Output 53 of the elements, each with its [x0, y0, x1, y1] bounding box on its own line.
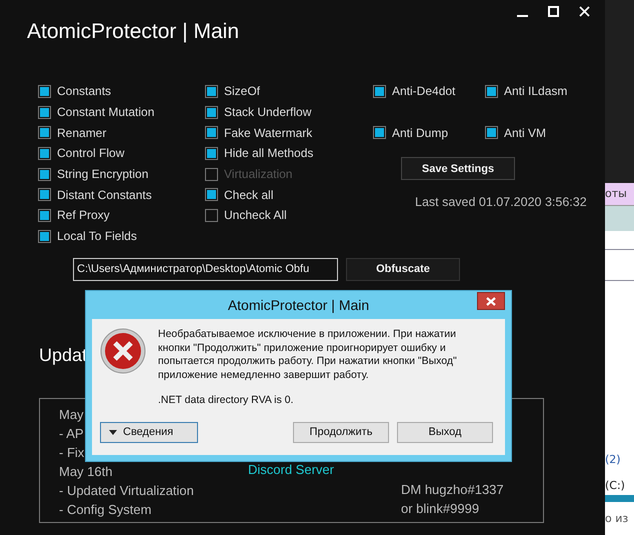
checkbox-option[interactable]: Constant Mutation [38, 102, 205, 122]
checkbox-option[interactable]: Anti-De4dot [373, 81, 485, 102]
checkbox-option[interactable]: Anti ILdasm [485, 81, 595, 102]
error-detail: .NET data directory RVA is 0. [158, 394, 294, 408]
dialog-title: AtomicProtector | Main [228, 297, 370, 313]
checkbox-option[interactable]: Check all [205, 184, 373, 206]
checkbox-option[interactable]: Renamer [38, 122, 205, 144]
changelog-line: - AP [59, 424, 84, 442]
tab-label: оты [605, 183, 634, 206]
checkbox-option[interactable]: Ref Proxy [38, 205, 205, 226]
checkbox-option[interactable]: Local To Fields [38, 226, 205, 246]
checkbox-option[interactable]: Anti VM [485, 122, 595, 144]
error-icon [100, 328, 146, 374]
maximize-icon [548, 6, 559, 16]
drive-usage-bar [605, 495, 634, 502]
obfuscate-button[interactable]: Obfuscate [346, 258, 460, 280]
count-text: (2) [605, 452, 621, 468]
checkbox-option[interactable]: Control Flow [38, 143, 205, 164]
contact-text: or blink#9999 [401, 500, 480, 518]
updates-heading: Updat [39, 344, 88, 364]
checkbox-option[interactable]: Distant Constants [38, 184, 205, 206]
contact-text: DM hugzho#1337 [401, 480, 504, 498]
header-band [605, 206, 634, 231]
checkbox-option[interactable]: String Encryption [38, 164, 205, 184]
checkbox-option[interactable]: Hide all Methods [205, 143, 373, 164]
checkbox-option[interactable]: Constants [38, 81, 205, 102]
close-button[interactable] [477, 292, 505, 310]
checkbox-option[interactable]: SizeOf [205, 81, 373, 102]
checkbox-option[interactable]: Anti Dump [373, 122, 485, 144]
window-title: AtomicProtector | Main [27, 19, 240, 45]
dialog-button[interactable]: Продолжить [293, 422, 389, 442]
minimize-icon [517, 14, 528, 16]
changelog-line: May [59, 406, 84, 424]
changelog-line: - Config System [59, 500, 152, 518]
close-icon [579, 6, 590, 16]
changelog-line: May 16th [59, 462, 112, 480]
error-message: Необрабатываемое исключение в приложении. При нажатии кнопки "Продолжить" приложение проигнорирует ошибку и попытается продолжить работу. При нажатии кнопки "Выход" приложение немедленно завершит работу. [158, 328, 458, 382]
maximize-button[interactable] [545, 4, 562, 18]
dialog-button[interactable]: Выход [397, 422, 493, 442]
changelog-line: - Updated Virtualization [59, 482, 194, 500]
checkbox-option[interactable]: Fake Watermark [205, 122, 373, 144]
discord-link[interactable]: Discord Server [248, 462, 334, 476]
close-icon [486, 296, 496, 306]
drive-size-text: о из [605, 511, 628, 527]
file-path-field[interactable]: C:\Users\Администратор\Desktop\Atomic Obfu [73, 258, 338, 280]
drive-label: (C:) [605, 478, 625, 494]
checkbox-option[interactable]: Uncheck All [205, 205, 373, 226]
save-settings-button[interactable]: Save Settings [401, 157, 515, 180]
details-button[interactable]: Сведения [100, 422, 198, 442]
checkbox-option[interactable]: Stack Underflow [205, 102, 373, 122]
last-saved-text: Last saved 01.07.2020 3:56:32 [415, 195, 588, 210]
changelog-line: - Fix [59, 444, 84, 462]
caret-icon [109, 430, 117, 434]
